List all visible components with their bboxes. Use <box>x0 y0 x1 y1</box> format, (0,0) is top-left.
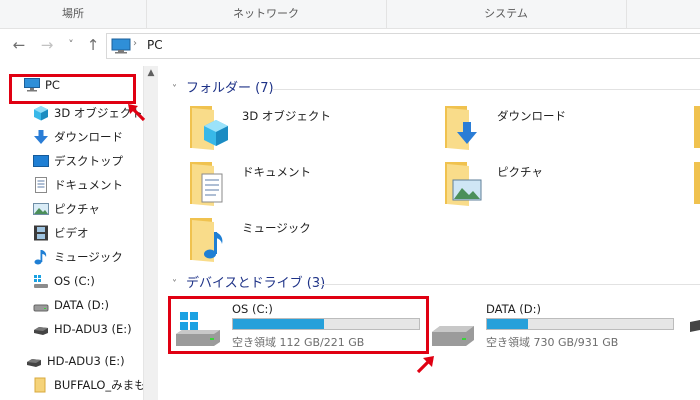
sidebar-item-label: ミュージック <box>54 250 123 264</box>
desktop-icon <box>33 155 49 167</box>
scroll-up-arrow-icon[interactable]: ▲ <box>144 66 158 80</box>
sidebar-item-label: HD-ADU3 (E:) <box>54 322 132 336</box>
section-divider <box>318 284 700 285</box>
sidebar-item-label: ダウンロード <box>54 130 123 144</box>
folder-documents-icon <box>190 162 223 206</box>
drives-section-title: デバイスとドライブ (3) <box>186 276 326 291</box>
address-path[interactable]: PC <box>147 38 163 52</box>
breadcrumb-separator-icon[interactable]: › <box>133 38 137 49</box>
red-arrow-icon <box>128 104 146 122</box>
os-drive-highlight-box <box>168 296 429 354</box>
red-arrow-icon <box>416 356 434 374</box>
folder-music[interactable]: ミュージック <box>186 216 426 268</box>
document-icon <box>35 177 47 193</box>
folders-section-title: フォルダー (7) <box>186 81 274 96</box>
sidebar-item-label: ピクチャ <box>54 202 100 216</box>
folder-downloads[interactable]: ダウンロード <box>441 104 681 156</box>
sidebar-item-label: ビデオ <box>54 226 89 240</box>
cube-icon <box>34 106 48 121</box>
back-button[interactable]: ← <box>10 36 28 54</box>
download-arrow-icon <box>34 130 48 144</box>
folder-pictures[interactable]: ピクチャ <box>441 160 681 212</box>
folder-downloads-icon <box>445 106 477 150</box>
folder-label: ドキュメント <box>242 165 311 179</box>
ribbon-group-location[interactable]: 場所 <box>0 0 147 28</box>
folder-music-icon <box>190 218 223 262</box>
sidebar-item-label: DATA (D:) <box>54 298 109 312</box>
folder-label: ダウンロード <box>497 109 566 123</box>
folder-edge-icon <box>694 162 700 204</box>
folder-pictures-icon <box>445 162 482 206</box>
monitor-icon <box>111 38 131 54</box>
drive-free-space: 空き領域 730 GB/931 GB <box>486 336 619 349</box>
collapse-chevron-icon[interactable]: ˅ <box>172 275 186 295</box>
sidebar-item-label: HD-ADU3 (E:) <box>47 354 125 368</box>
folder-edge-icon <box>694 106 700 148</box>
forward-button[interactable]: → <box>38 36 56 54</box>
ribbon-group-network[interactable]: ネットワーク <box>146 0 387 28</box>
folder-icon <box>34 377 46 393</box>
folder-label: 3D オブジェクト <box>242 109 331 123</box>
section-divider <box>272 89 700 90</box>
drive-usage-bar <box>486 318 674 330</box>
folder-label: ピクチャ <box>497 165 543 179</box>
recent-locations-button[interactable]: ˅ <box>62 36 80 54</box>
drive-data-d[interactable]: DATA (D:) 空き領域 730 GB/931 GB <box>426 302 676 358</box>
ribbon-group-system[interactable]: システム <box>386 0 627 28</box>
external-drive-icon <box>690 320 700 332</box>
pc-highlight-box <box>9 74 136 104</box>
windows-drive-icon <box>34 275 48 288</box>
address-bar[interactable]: › PC <box>106 33 700 59</box>
picture-icon <box>33 203 49 215</box>
drives-section-header[interactable]: ˅ デバイスとドライブ (3) <box>172 274 325 294</box>
external-drive-icon <box>34 327 48 335</box>
folder-label: ミュージック <box>242 221 311 235</box>
drive-icon <box>432 326 474 346</box>
folder-3d-objects-icon <box>190 106 228 150</box>
music-note-icon <box>34 250 47 265</box>
sidebar-item-label: OS (C:) <box>54 274 95 288</box>
film-icon <box>34 225 48 241</box>
drive-icon <box>33 304 49 312</box>
drive-usage-fill <box>487 319 528 329</box>
sidebar-item-label: ドキュメント <box>54 178 123 192</box>
folder-documents[interactable]: ドキュメント <box>186 160 426 212</box>
collapse-chevron-icon[interactable]: ˅ <box>172 80 186 100</box>
up-button[interactable]: ↑ <box>84 36 102 54</box>
folder-3d-objects[interactable]: 3D オブジェクト <box>186 104 426 156</box>
sidebar-item-label: BUFFALO_みまも <box>54 378 146 392</box>
ribbon: 場所 ネットワーク システム <box>0 0 700 29</box>
sidebar-item-label: デスクトップ <box>54 154 123 168</box>
folders-section-header[interactable]: ˅ フォルダー (7) <box>172 79 274 99</box>
drive-name: DATA (D:) <box>486 302 541 316</box>
external-drive-icon <box>27 359 41 367</box>
